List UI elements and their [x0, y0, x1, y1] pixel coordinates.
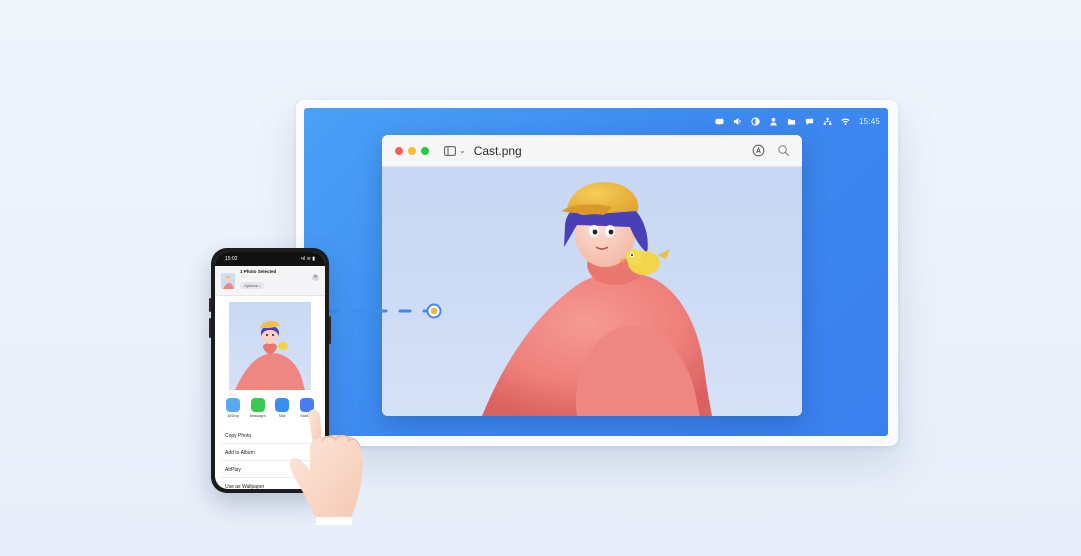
window-title: Cast.png [473, 143, 522, 158]
character-illustration [482, 182, 712, 416]
message-icon[interactable] [805, 117, 814, 126]
volume-icon[interactable] [733, 117, 742, 126]
image-viewer-window: ⌄ Cast.png [382, 135, 802, 416]
share-app-label: Messages [249, 414, 266, 418]
folder-icon[interactable] [787, 117, 796, 126]
share-close-button[interactable]: ✕ [312, 274, 319, 281]
sidebar-toggle-button[interactable]: ⌄ [444, 145, 466, 156]
tapping-hand-illustration [289, 409, 363, 525]
menubar: 15:45 [715, 114, 880, 128]
chevron-down-icon: ⌄ [459, 146, 466, 155]
share-app-airdrop[interactable]: AirDrop [223, 398, 243, 426]
user-icon[interactable] [769, 117, 778, 126]
monitor: 15:45 ⌄ Cast.png [296, 100, 898, 446]
network-icon[interactable] [823, 117, 832, 126]
messages-icon [250, 398, 265, 412]
cc-icon[interactable] [715, 117, 724, 126]
menubar-clock[interactable]: 15:45 [859, 117, 880, 126]
phone-status-bar: 15:02 •ıl ≋ ▮ [215, 252, 325, 266]
share-options-button[interactable]: Options › [240, 282, 265, 289]
phone-time: 15:02 [225, 256, 238, 262]
wifi-icon[interactable] [841, 117, 850, 126]
share-app-messages[interactable]: Messages [248, 398, 268, 426]
share-sheet-header: 1 Photo Selected Options › ✕ [215, 266, 325, 296]
share-photo-preview [229, 302, 311, 390]
image-canvas [382, 167, 802, 416]
zoom-window-button[interactable] [421, 146, 429, 155]
share-title: 1 Photo Selected [240, 269, 277, 274]
share-app-label: AirDrop [227, 414, 240, 418]
search-icon[interactable] [777, 144, 790, 157]
contrast-icon[interactable] [751, 116, 760, 126]
desktop: 15:45 ⌄ Cast.png [304, 108, 888, 436]
sidebar-icon [444, 145, 456, 156]
window-titlebar[interactable]: ⌄ Cast.png [382, 135, 802, 167]
minimize-window-button[interactable] [408, 146, 416, 155]
markup-icon[interactable] [752, 144, 765, 157]
phone-status-icons: •ıl ≋ ▮ [301, 256, 315, 262]
close-window-button[interactable] [395, 146, 403, 155]
airdrop-icon [226, 398, 241, 412]
photo-thumbnail [221, 272, 235, 289]
